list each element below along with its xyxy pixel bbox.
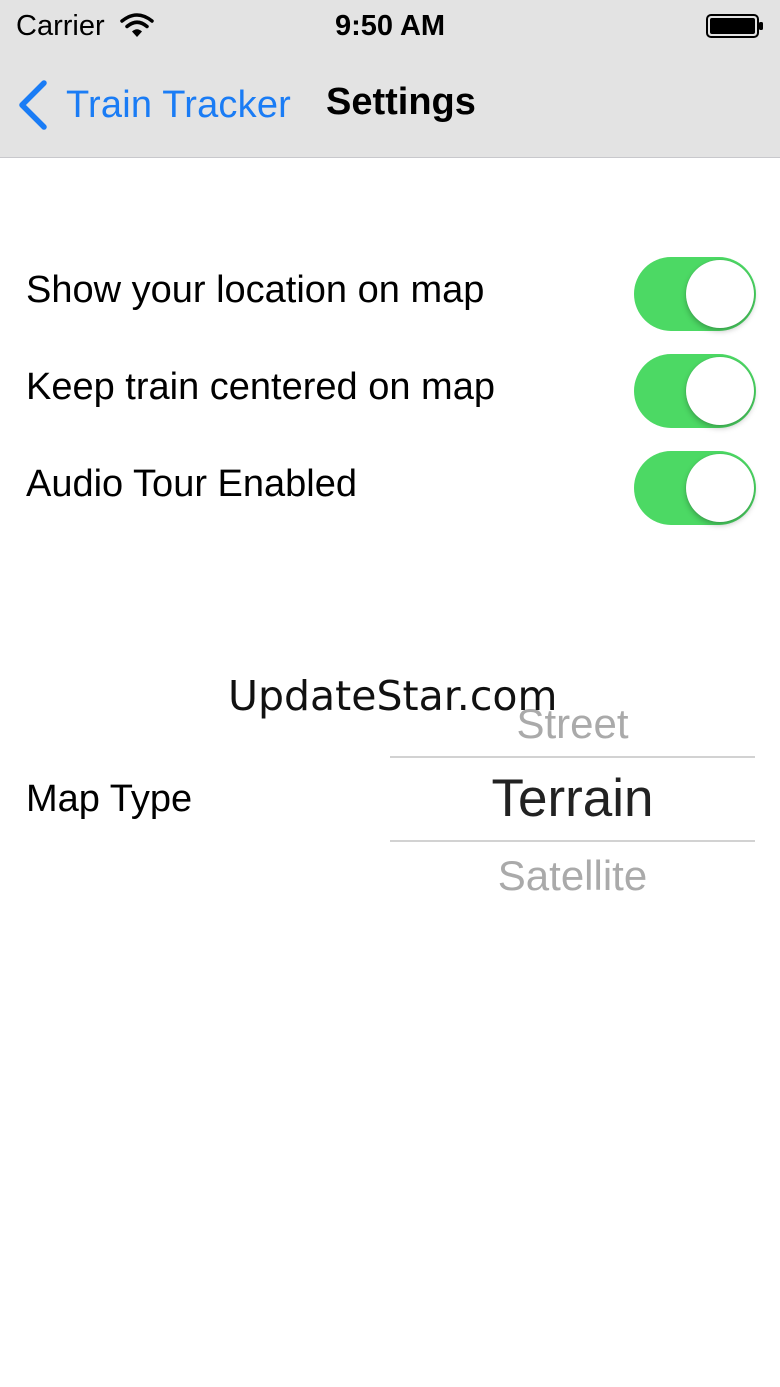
setting-row-audio-tour: Audio Tour Enabled — [0, 443, 780, 533]
chevron-left-icon — [19, 80, 47, 130]
toggle-knob — [686, 454, 754, 522]
setting-row-keep-centered: Keep train centered on map — [0, 346, 780, 436]
map-type-picker[interactable]: Street Terrain Satellite — [390, 694, 755, 908]
audio-tour-toggle[interactable] — [634, 451, 756, 525]
map-type-label: Map Type — [26, 778, 193, 820]
setting-label: Audio Tour Enabled — [26, 463, 357, 505]
battery-full-icon — [706, 14, 763, 38]
picker-option-terrain[interactable]: Terrain — [390, 768, 755, 829]
picker-selection-line-bottom — [390, 840, 755, 842]
keep-centered-toggle[interactable] — [634, 354, 756, 428]
setting-label: Keep train centered on map — [26, 366, 495, 408]
setting-label: Show your location on map — [26, 269, 485, 311]
page-title: Settings — [326, 81, 476, 123]
setting-row-show-location: Show your location on map — [0, 249, 780, 339]
back-button-label: Train Tracker — [66, 83, 292, 126]
toggle-knob — [686, 260, 754, 328]
picker-option-satellite[interactable]: Satellite — [390, 852, 755, 900]
show-location-toggle[interactable] — [634, 257, 756, 331]
settings-screen: Carrier 9:50 AM Train Tracker Settings S… — [0, 0, 780, 1387]
navigation-bar: Train Tracker Settings — [0, 54, 780, 157]
picker-selection-line-top — [390, 756, 755, 758]
watermark-text: UpdateStar.com — [228, 672, 558, 720]
status-bar: Carrier 9:50 AM — [0, 0, 780, 54]
toggle-knob — [686, 357, 754, 425]
clock-time: 9:50 AM — [334, 10, 446, 42]
top-bar: Carrier 9:50 AM Train Tracker Settings — [0, 0, 780, 158]
back-button[interactable]: Train Tracker — [16, 78, 291, 132]
